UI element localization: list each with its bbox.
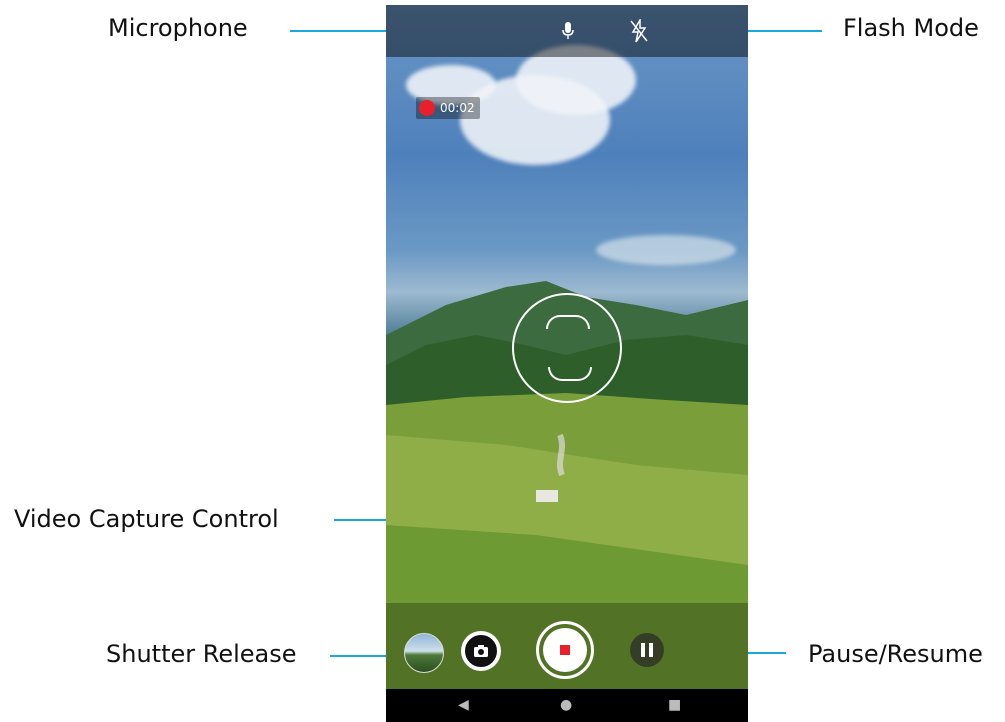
focus-bracket-top <box>546 315 590 329</box>
top-bar <box>386 5 748 57</box>
video-capture-control-button[interactable] <box>536 621 594 679</box>
recents-square-icon[interactable]: ■ <box>668 698 681 712</box>
system-nav-bar: ◀ ● ■ <box>386 689 748 722</box>
stop-icon <box>560 645 570 655</box>
pause-resume-button[interactable] <box>630 633 664 667</box>
label-microphone: Microphone <box>108 14 248 42</box>
microphone-icon[interactable] <box>562 22 574 40</box>
gallery-thumbnail[interactable] <box>404 633 444 673</box>
label-shutter-release: Shutter Release <box>106 640 297 668</box>
camera-glyph-icon <box>474 645 488 657</box>
record-dot-icon <box>419 100 435 116</box>
flash-off-icon[interactable] <box>630 19 648 43</box>
label-pause-resume: Pause/Resume <box>808 640 983 668</box>
label-flash-mode: Flash Mode <box>843 14 979 42</box>
pause-icon <box>641 643 645 657</box>
focus-bracket-bottom <box>548 367 592 381</box>
back-triangle-icon[interactable]: ◀ <box>458 698 469 712</box>
shutter-release-button[interactable] <box>461 631 501 671</box>
recording-indicator: 00:02 <box>416 97 480 119</box>
pause-icon <box>649 643 653 657</box>
label-video-capture-control: Video Capture Control <box>14 505 279 533</box>
focus-ring <box>512 293 622 403</box>
camera-screen: 00:02 ◀ ● ■ <box>386 5 748 722</box>
camera-icon <box>465 635 497 667</box>
recording-timer: 00:02 <box>440 101 475 115</box>
stop-icon-background <box>543 628 587 672</box>
home-circle-icon[interactable]: ● <box>560 698 572 712</box>
